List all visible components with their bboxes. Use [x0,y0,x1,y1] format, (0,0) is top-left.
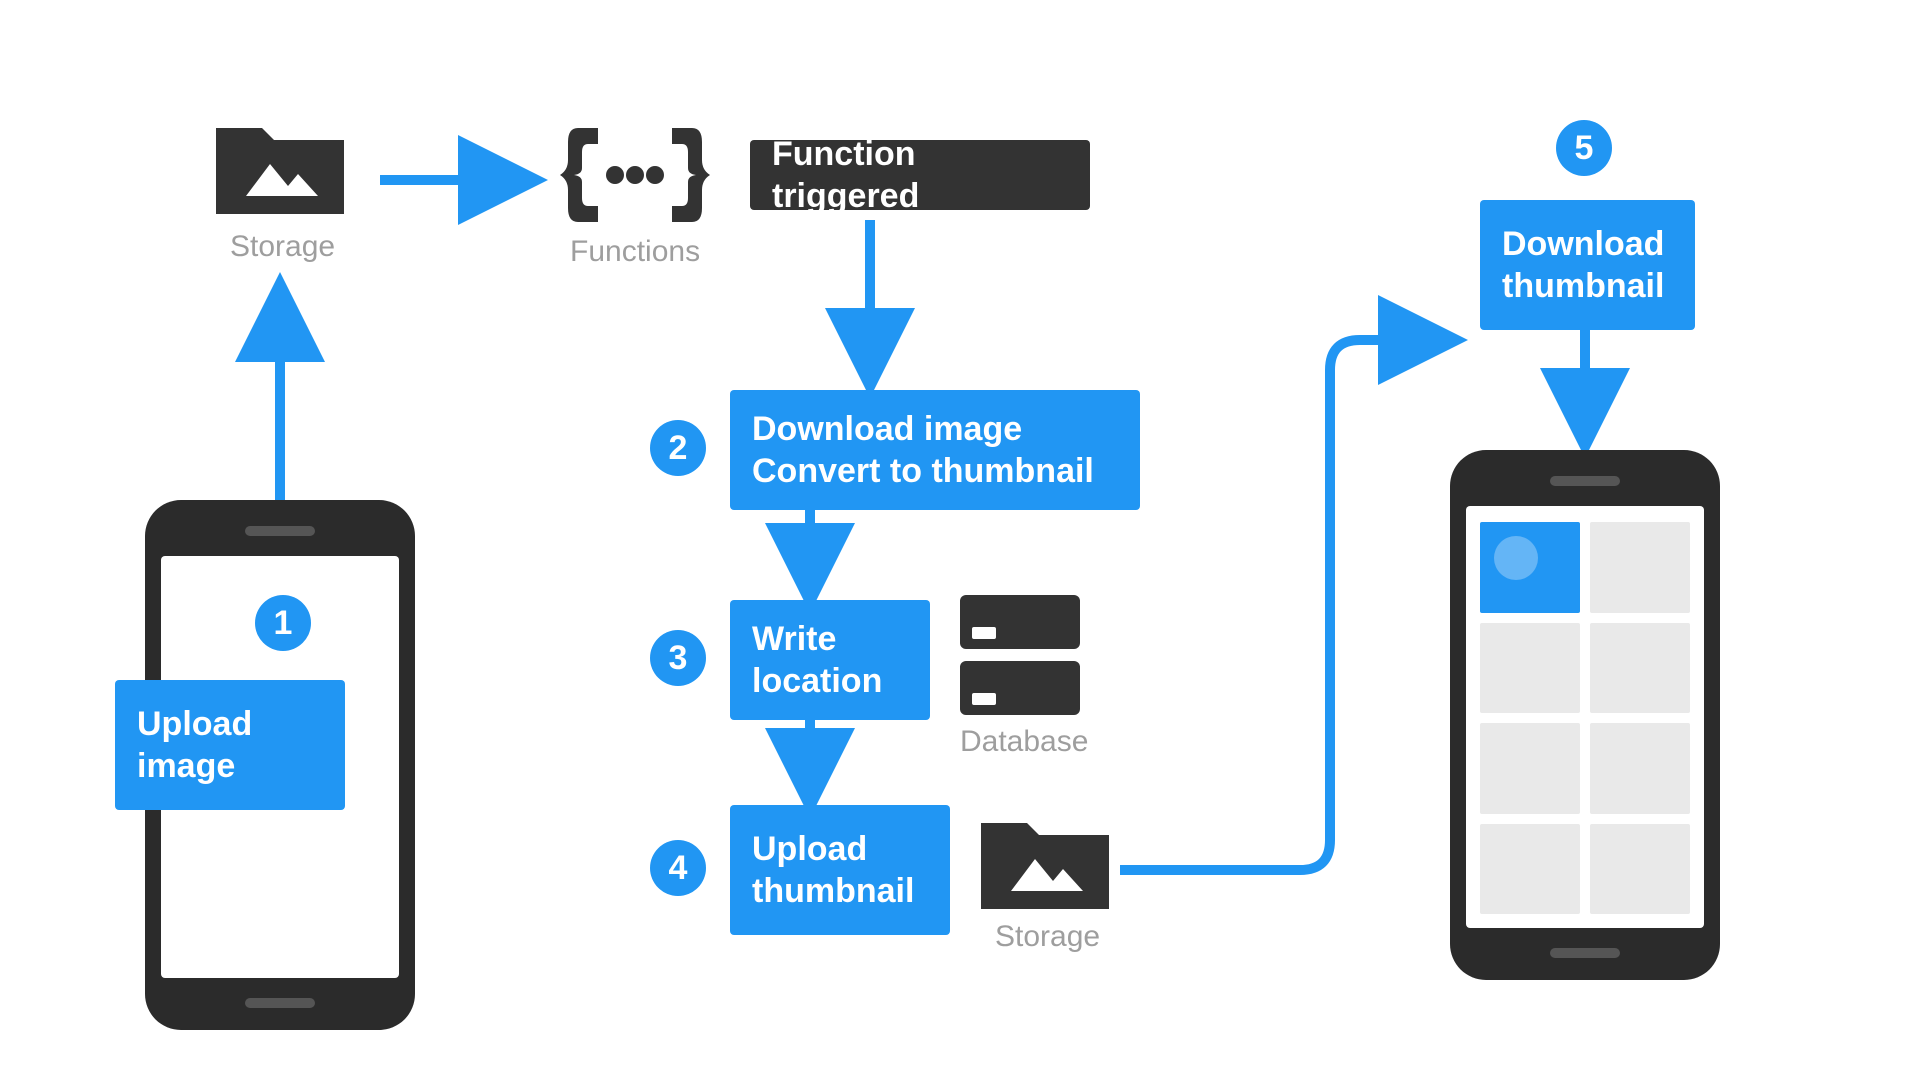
empty-cell [1480,824,1580,915]
thumbnail-cell [1480,522,1580,613]
storage-bottom-label: Storage [995,920,1100,954]
step2-label: Download image Convert to thumbnail [752,408,1094,493]
storage-icon [210,110,350,220]
empty-cell [1590,623,1690,714]
gallery-grid [1480,522,1690,914]
badge-5: 5 [1556,120,1612,176]
storage-label: Storage [230,230,335,264]
badge-1-num: 1 [274,604,293,643]
upload-image-label: Upload image [137,703,252,788]
database-icon [960,595,1080,715]
badge-3-num: 3 [669,639,688,678]
functions-label: Functions [570,235,700,269]
badge-5-num: 5 [1575,129,1594,168]
step4-label: Upload thumbnail [752,828,914,913]
download-thumb-box: Download thumbnail [1480,200,1695,330]
empty-cell [1590,824,1690,915]
arrow-storage-to-phone [1120,340,1450,870]
function-triggered-box: Function triggered [750,140,1090,210]
badge-3: 3 [650,630,706,686]
empty-cell [1480,623,1580,714]
storage-bottom-icon [975,805,1115,915]
database-label: Database [960,725,1088,759]
badge-2-num: 2 [669,429,688,468]
empty-cell [1590,522,1690,613]
step2-box: Download image Convert to thumbnail [730,390,1140,510]
badge-2: 2 [650,420,706,476]
function-triggered-label: Function triggered [772,133,1068,218]
phone-right [1450,450,1720,980]
download-thumb-label: Download thumbnail [1502,223,1664,308]
empty-cell [1590,723,1690,814]
functions-icon [560,120,710,230]
badge-4: 4 [650,840,706,896]
badge-4-num: 4 [669,849,688,888]
step4-box: Upload thumbnail [730,805,950,935]
step3-label: Write location [752,618,882,703]
badge-1: 1 [255,595,311,651]
diagram-stage: Storage Functions Function triggered 2 D… [0,0,1920,1080]
step3-box: Write location [730,600,930,720]
empty-cell [1480,723,1580,814]
upload-image-box: Upload image [115,680,345,810]
